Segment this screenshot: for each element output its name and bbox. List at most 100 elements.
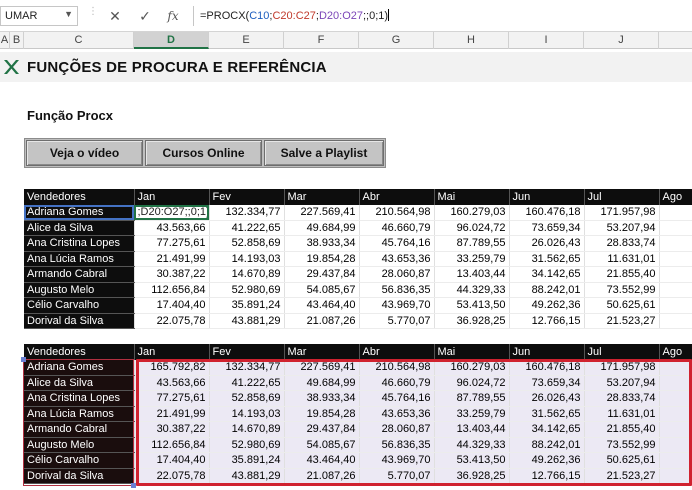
value-cell[interactable]: 52.980,69 xyxy=(209,282,285,298)
formula-input[interactable]: =PROCX(C10;C20:C27;D20:O27;;0;1) xyxy=(193,6,692,26)
value-cell[interactable]: 8 xyxy=(659,220,692,236)
value-cell[interactable]: 132.334,77 xyxy=(209,204,285,221)
value-cell[interactable]: 33.259,79 xyxy=(434,406,510,422)
value-cell[interactable]: 44.329,33 xyxy=(434,437,510,453)
column-header-cell[interactable]: Vendedores xyxy=(24,344,135,360)
value-cell[interactable]: 43.881,29 xyxy=(209,313,285,329)
value-cell[interactable]: 21.087,26 xyxy=(284,313,360,329)
value-cell[interactable]: 96.024,72 xyxy=(434,220,510,236)
column-header-cell[interactable]: Vendedores xyxy=(24,189,135,205)
value-cell[interactable]: 53.207,94 xyxy=(584,375,660,391)
column-header-cell[interactable]: Jun xyxy=(509,344,585,360)
value-cell[interactable]: 21.491,99 xyxy=(134,406,210,422)
value-cell[interactable]: 12.766,15 xyxy=(509,468,585,484)
value-cell[interactable]: 43.969,70 xyxy=(359,452,435,469)
value-cell[interactable]: 3 xyxy=(659,468,692,484)
value-cell[interactable]: 12.766,15 xyxy=(509,313,585,329)
value-cell[interactable]: 3 xyxy=(659,313,692,329)
value-cell[interactable]: 28.060,87 xyxy=(359,421,435,438)
seller-name-cell[interactable]: Ana Lúcia Ramos xyxy=(24,251,135,267)
seller-name-cell[interactable]: Alice da Silva xyxy=(24,375,135,391)
column-header-cell[interactable]: Fev xyxy=(209,189,285,205)
value-cell[interactable]: 4 xyxy=(659,390,692,407)
value-cell[interactable]: 30.387,22 xyxy=(134,421,210,438)
column-header-i[interactable]: I xyxy=(509,32,584,49)
column-header-g[interactable]: G xyxy=(359,32,434,49)
value-cell[interactable]: 8 xyxy=(659,297,692,314)
value-cell[interactable]: 50.625,61 xyxy=(584,452,660,469)
value-cell[interactable]: 56.836,35 xyxy=(359,282,435,298)
column-header-cell[interactable]: Ago xyxy=(659,189,692,205)
column-header-cell[interactable]: Mar xyxy=(284,344,360,360)
value-cell[interactable]: 44.329,33 xyxy=(434,282,510,298)
value-cell[interactable]: 34.142,65 xyxy=(509,421,585,438)
value-cell[interactable]: 28.833,74 xyxy=(584,235,660,252)
value-cell[interactable]: 54.085,67 xyxy=(284,282,360,298)
value-cell[interactable]: 31.562,65 xyxy=(509,406,585,422)
column-header-cell[interactable]: Mar xyxy=(284,189,360,205)
value-cell[interactable]: 43.464,40 xyxy=(284,297,360,314)
value-cell[interactable]: 38.933,34 xyxy=(284,390,360,407)
column-header-cell[interactable]: Jun xyxy=(509,189,585,205)
online-courses-button[interactable]: Cursos Online xyxy=(145,140,262,166)
value-cell[interactable]: 41.222,65 xyxy=(209,220,285,236)
value-cell[interactable]: 14.670,89 xyxy=(209,421,285,438)
value-cell[interactable]: 56.836,35 xyxy=(359,437,435,453)
seller-name-cell[interactable]: Ana Lúcia Ramos xyxy=(24,406,135,422)
value-cell[interactable]: 73.659,34 xyxy=(509,220,585,236)
value-cell[interactable]: 43.969,70 xyxy=(359,297,435,314)
column-header-d[interactable]: D xyxy=(134,32,209,49)
function-icon[interactable]: fx xyxy=(162,6,184,26)
name-box[interactable]: UMAR ▼ xyxy=(0,6,78,26)
value-cell[interactable]: 19.854,28 xyxy=(284,251,360,267)
column-header-b[interactable]: B xyxy=(10,32,24,49)
column-header-f[interactable]: F xyxy=(284,32,359,49)
value-cell[interactable]: 21.855,40 xyxy=(584,266,660,283)
value-cell[interactable]: 4 xyxy=(659,375,692,391)
value-cell[interactable]: 171.957,98 xyxy=(584,359,660,376)
value-cell[interactable]: 73.659,34 xyxy=(509,375,585,391)
value-cell[interactable]: 49.262,36 xyxy=(509,452,585,469)
value-cell[interactable]: 5.770,07 xyxy=(359,468,435,484)
value-cell[interactable]: 1 xyxy=(659,421,692,438)
value-cell[interactable]: 22.075,78 xyxy=(134,468,210,484)
value-cell[interactable]: 21.855,40 xyxy=(584,421,660,438)
seller-name-cell[interactable]: Augusto Melo xyxy=(24,437,135,453)
column-header-a[interactable]: A xyxy=(0,32,10,49)
check-icon[interactable]: ✓ xyxy=(134,6,156,26)
column-header-j[interactable]: J xyxy=(584,32,659,49)
value-cell[interactable]: 210.564,98 xyxy=(359,359,435,376)
value-cell[interactable]: 1 xyxy=(659,282,692,298)
value-cell[interactable]: 43.563,66 xyxy=(134,375,210,391)
value-cell[interactable]: 112.656,84 xyxy=(134,282,210,298)
value-cell[interactable]: 50.625,61 xyxy=(584,297,660,314)
value-cell[interactable]: 21.087,26 xyxy=(284,468,360,484)
value-cell[interactable]: 43.653,36 xyxy=(359,406,435,422)
value-cell[interactable]: 210.564,98 xyxy=(359,204,435,221)
value-cell[interactable]: 13.403,44 xyxy=(434,266,510,283)
seller-name-cell[interactable]: Dorival da Silva xyxy=(24,468,135,484)
save-playlist-button[interactable]: Salve a Playlist xyxy=(264,140,384,166)
value-cell[interactable]: 52.980,69 xyxy=(209,437,285,453)
value-cell[interactable]: 52.858,69 xyxy=(209,235,285,252)
column-header-cell[interactable]: Jul xyxy=(584,344,660,360)
value-cell[interactable]: 160.279,03 xyxy=(434,359,510,376)
value-cell[interactable]: 165.792,82 xyxy=(134,359,210,376)
value-cell[interactable]: 49.684,99 xyxy=(284,220,360,236)
value-cell[interactable]: 227.569,41 xyxy=(284,359,360,376)
value-cell[interactable]: 77.275,61 xyxy=(134,235,210,252)
value-cell[interactable]: 14.193,03 xyxy=(209,406,285,422)
seller-name-cell[interactable]: Alice da Silva xyxy=(24,220,135,236)
value-cell[interactable]: 19.854,28 xyxy=(284,406,360,422)
column-header-cell[interactable]: Abr xyxy=(359,189,435,205)
seller-name-cell[interactable]: Armando Cabral xyxy=(24,421,135,438)
value-cell[interactable]: 28.833,74 xyxy=(584,390,660,407)
value-cell[interactable]: 77.275,61 xyxy=(134,390,210,407)
value-cell[interactable]: 14.670,89 xyxy=(209,266,285,283)
value-cell[interactable]: 112.656,84 xyxy=(134,437,210,453)
column-header-c[interactable]: C xyxy=(24,32,134,49)
value-cell[interactable]: 227.569,41 xyxy=(284,204,360,221)
value-cell[interactable]: 87.789,55 xyxy=(434,390,510,407)
column-header-cell[interactable]: Fev xyxy=(209,344,285,360)
value-cell[interactable]: 171.957,98 xyxy=(584,204,660,221)
